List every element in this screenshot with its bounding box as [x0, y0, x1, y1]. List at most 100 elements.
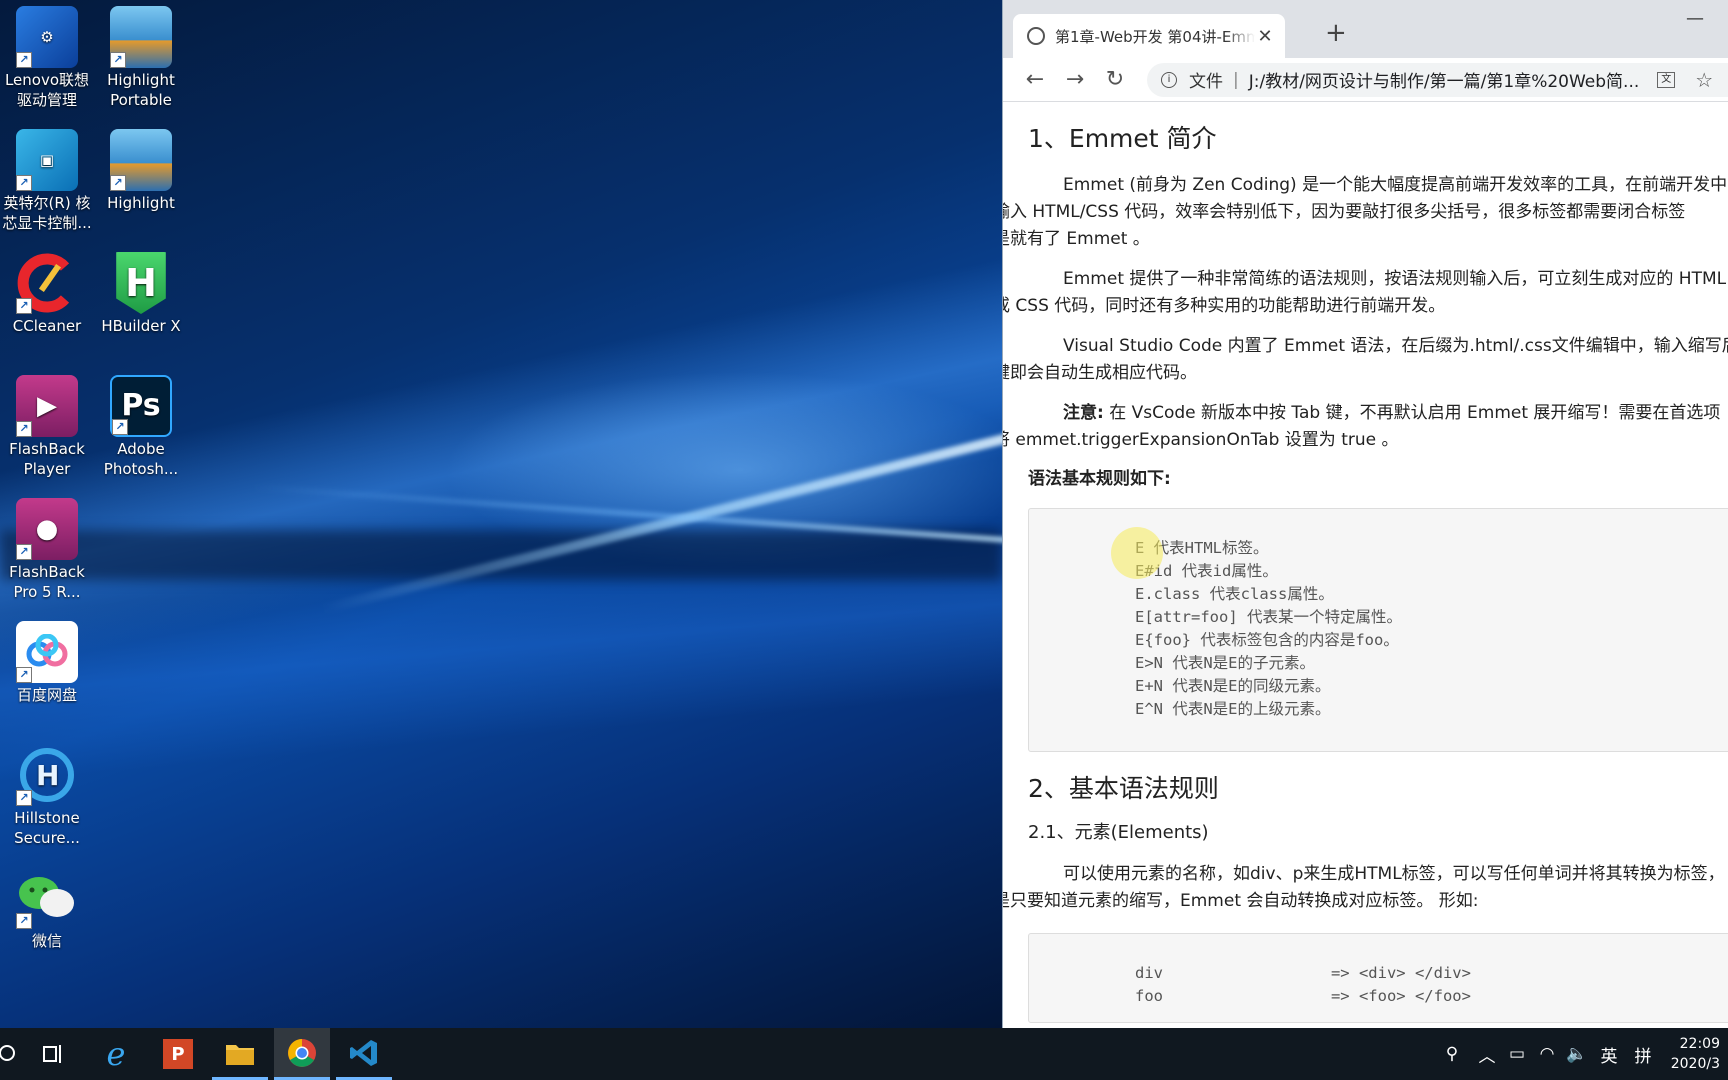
icon-label: 微信 [31, 932, 62, 950]
file-explorer-icon[interactable] [212, 1028, 268, 1080]
elements-code-block: div => <div> </div> foo => <foo> </foo> [1028, 933, 1728, 1023]
people-icon[interactable]: ⚲ [1432, 1044, 1472, 1064]
ime-layout-indicator[interactable]: 拼 [1626, 1042, 1660, 1067]
code-line: div => <div> </div> [1135, 964, 1471, 982]
heading-elements: 2.1、元素(Elements) [1028, 822, 1209, 843]
minimize-button[interactable]: — [1686, 8, 1704, 29]
icon-label: Secure... [14, 829, 80, 847]
rules-heading: 语法基本规则如下: [1028, 469, 1171, 489]
kingfisher-icon: ↗ [110, 129, 172, 191]
tab-emmet[interactable]: 第1章-Web开发 第04讲-Emmet ✕ [1013, 14, 1285, 58]
rules-code-block: E 代表HTML标签。 E#id 代表id属性。 E.class 代表class… [1028, 508, 1728, 752]
browser-toolbar: ← → ↻ i 文件 | J:/教材/网页设计与制作/第一篇/第1章%20Web… [1003, 58, 1728, 102]
paragraph-vscode: Visual Studio Code 内置了 Emmet 语法，在后缀为.htm… [1002, 336, 1728, 383]
icon-label: Pro 5 R... [13, 583, 81, 601]
kingfisher-icon: ↗ [110, 6, 172, 68]
lenovo-gear-icon: ⚙ ↗ [16, 6, 78, 68]
code-line: E^N 代表N是E的上级元素。 [1135, 700, 1331, 718]
battery-icon[interactable]: ▭ [1502, 1044, 1532, 1064]
icon-label: FlashBack [9, 440, 85, 458]
browser-window: 第1章-Web开发 第04讲-Emmet ✕ + — ← → ↻ i 文件 | … [1002, 0, 1728, 1028]
heading-basic-rules: 2、基本语法规则 [1028, 774, 1219, 803]
desktop-icon-hillstone[interactable]: H ↗ Hillstone Secure... [0, 738, 94, 848]
code-line: E 代表HTML标签。 [1135, 539, 1269, 557]
forward-button[interactable]: → [1055, 67, 1095, 92]
url-separator: | [1233, 69, 1239, 90]
mouse-cursor-highlight [1111, 527, 1163, 579]
ie-browser-icon[interactable]: e [88, 1028, 144, 1080]
icon-label: Hillstone [14, 809, 80, 827]
translate-icon[interactable]: 文 [1657, 71, 1676, 88]
icon-label: Highlight [107, 194, 175, 212]
chrome-icon[interactable] [274, 1028, 330, 1080]
icon-label: 驱动管理 [16, 91, 77, 109]
tab-strip: 第1章-Web开发 第04讲-Emmet ✕ + — [1003, 0, 1728, 58]
address-bar[interactable]: i 文件 | J:/教材/网页设计与制作/第一篇/第1章%20Web简... 文… [1147, 62, 1728, 97]
url-text: J:/教材/网页设计与制作/第一篇/第1章%20Web简... [1248, 72, 1640, 92]
desktop-icon-highlight-portable[interactable]: ↗ Highlight Portable [94, 0, 188, 110]
desktop-icon-intel-graphics[interactable]: ▣ ↗ 英特尔(R) 核 芯显卡控制... [0, 123, 94, 233]
intel-monitor-icon: ▣ ↗ [16, 129, 78, 191]
icon-label: CCleaner [12, 317, 82, 335]
globe-icon [1027, 27, 1045, 45]
tab-title: 第1章-Web开发 第04讲-Emmet [1055, 27, 1255, 46]
icon-label: Adobe [117, 440, 165, 458]
desktop-icon-hbuilderx[interactable]: H HBuilder X [94, 246, 188, 336]
desktop-icon-wechat[interactable]: ↗ 微信 [0, 861, 94, 951]
paragraph-elements: 可以使用元素的名称，如div、p来生成HTML标签，可以写任何单词并将其转换为标… [1002, 864, 1725, 911]
heading-emmet-intro: 1、Emmet 简介 [1028, 124, 1217, 153]
desktop-icon-highlight[interactable]: ↗ Highlight [94, 123, 188, 213]
taskbar: e P ⚲ ︿ ▭ ◠ 🔈 英 拼 22:09 2020/3 [0, 1028, 1728, 1080]
volume-icon[interactable]: 🔈 [1562, 1044, 1592, 1064]
url-scheme-label: 文件 [1189, 72, 1223, 92]
bookmark-star-icon[interactable]: ☆ [1695, 68, 1713, 92]
clock[interactable]: 22:09 2020/3 [1660, 1034, 1720, 1074]
ime-mode-indicator[interactable]: 英 [1592, 1042, 1626, 1067]
reload-button[interactable]: ↻ [1095, 67, 1135, 92]
wifi-icon[interactable]: ◠ [1532, 1044, 1562, 1064]
paragraph-intro: Emmet (前身为 Zen Coding) 是一个能大幅度提高前端开发效率的工… [1002, 175, 1728, 249]
system-tray: ⚲ ︿ ▭ ◠ 🔈 英 拼 22:09 2020/3 [1432, 1028, 1728, 1080]
desktop-icon-flashback-pro[interactable]: ● ↗ FlashBack Pro 5 R... [0, 492, 94, 602]
icon-label: Lenovo联想 [4, 71, 90, 89]
hbuilder-icon: H [116, 252, 166, 314]
icon-label: Highlight [107, 71, 175, 89]
powerpoint-icon[interactable]: P [150, 1028, 206, 1080]
close-tab-icon[interactable]: ✕ [1255, 26, 1275, 47]
code-line: E>N 代表N是E的子元素。 [1135, 654, 1315, 672]
ccleaner-icon: ↗ [16, 252, 78, 314]
clock-time: 22:09 [1679, 1036, 1720, 1052]
desktop-icon-flashback-player[interactable]: ▶ ↗ FlashBack Player [0, 369, 94, 479]
icon-label: HBuilder X [101, 317, 181, 335]
icon-label: 百度网盘 [16, 686, 77, 704]
code-line: E+N 代表N是E的同级元素。 [1135, 677, 1331, 695]
info-icon[interactable]: i [1161, 71, 1177, 88]
desktop: ⚙ ↗ Lenovo联想 驱动管理 ↗ Highlight Portable ▣ ↗… [0, 0, 1002, 1028]
hillstone-shield-icon: H ↗ [16, 744, 78, 806]
desktop-icon-ccleaner[interactable]: ↗ CCleaner [0, 246, 94, 336]
clock-date: 2020/3 [1670, 1056, 1720, 1072]
wallpaper-shade [0, 530, 1002, 580]
desktop-icon-baidu-netdisk[interactable]: ↗ 百度网盘 [0, 615, 94, 705]
desktop-icon-photoshop[interactable]: Ps ↗ Adobe Photosh... [94, 369, 188, 479]
code-line: E{foo} 代表标签包含的内容是foo。 [1135, 631, 1399, 649]
paragraph-syntax: Emmet 提供了一种非常简练的语法规则，按语法规则输入后，可立刻生成对应的 H… [1002, 269, 1727, 316]
vscode-icon[interactable] [336, 1028, 392, 1080]
icon-label: Portable [110, 91, 172, 109]
tray-overflow-icon[interactable]: ︿ [1472, 1042, 1502, 1067]
code-line: E.class 代表class属性。 [1135, 585, 1334, 603]
back-button[interactable]: ← [1015, 67, 1055, 92]
wechat-icon: ↗ [16, 867, 78, 929]
icon-label: 芯显卡控制... [2, 214, 92, 232]
flashback-camera-icon: ▶ ↗ [16, 375, 78, 437]
icon-label: 英特尔(R) 核 [3, 194, 91, 212]
svg-text:H: H [36, 759, 59, 792]
code-line: E#id 代表id属性。 [1135, 562, 1278, 580]
code-line: E[attr=foo] 代表某一个特定属性。 [1135, 608, 1402, 626]
photoshop-icon: Ps ↗ [110, 375, 172, 437]
task-view-icon[interactable] [26, 1028, 82, 1080]
icon-label: FlashBack [9, 563, 85, 581]
desktop-icon-lenovo[interactable]: ⚙ ↗ Lenovo联想 驱动管理 [0, 0, 94, 110]
new-tab-button[interactable]: + [1325, 18, 1347, 48]
code-line: foo => <foo> </foo> [1135, 987, 1471, 1005]
